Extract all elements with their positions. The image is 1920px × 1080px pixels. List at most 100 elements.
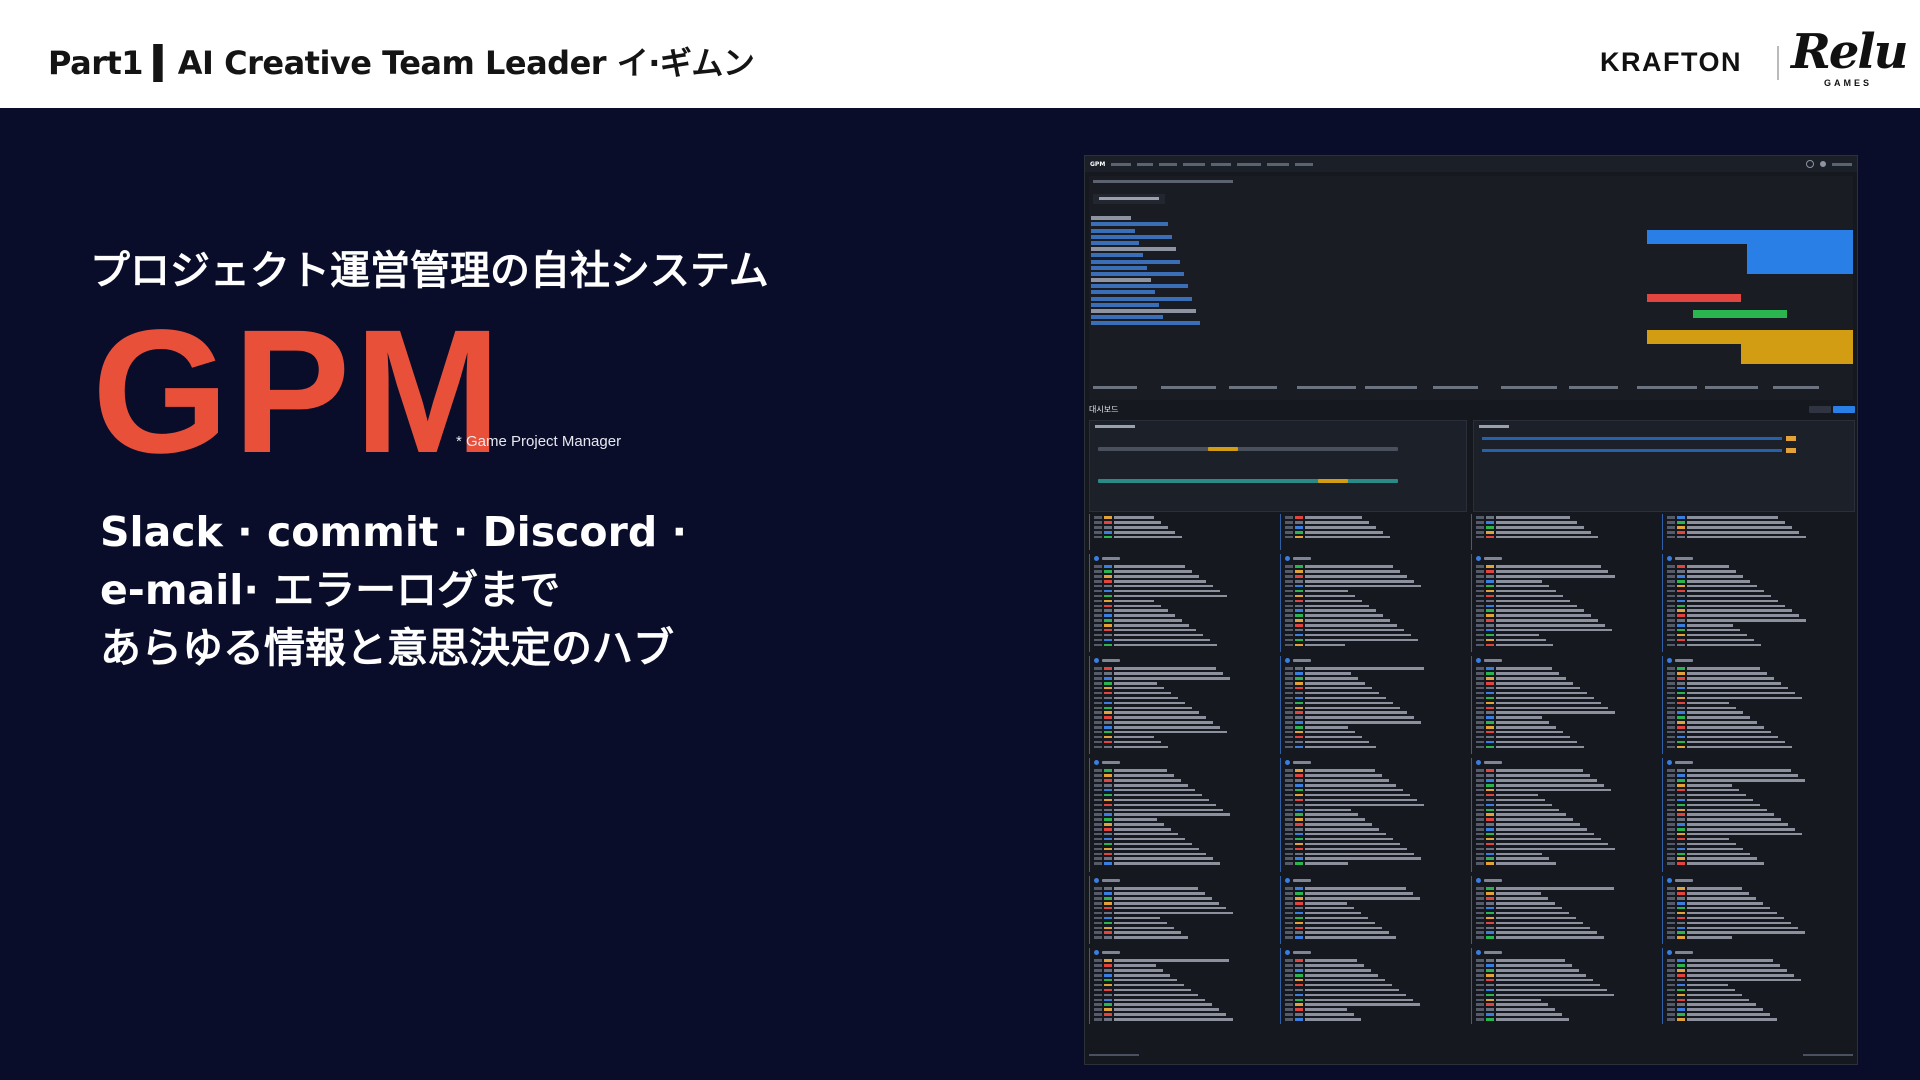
activity-card[interactable]	[1280, 948, 1468, 1024]
tag-chip[interactable]	[1773, 386, 1819, 389]
activity-card[interactable]	[1280, 514, 1468, 550]
gantt-tab[interactable]	[1093, 194, 1165, 204]
user-icon	[1285, 556, 1290, 561]
tag-chip[interactable]	[1161, 386, 1216, 389]
tag-chip[interactable]	[1229, 386, 1277, 389]
activity-line	[1476, 813, 1655, 816]
my-tasks-panel	[1473, 420, 1855, 512]
gpm-app-screenshot: GPM 대시보드	[1084, 155, 1858, 1065]
gantt-task-row[interactable]	[1091, 228, 1135, 233]
activity-line	[1094, 643, 1273, 647]
activity-card[interactable]	[1471, 758, 1659, 872]
gantt-task-row[interactable]	[1091, 271, 1184, 276]
activity-line	[1094, 906, 1273, 910]
activity-line	[1285, 769, 1464, 772]
activity-card[interactable]	[1662, 656, 1850, 754]
card-name	[1675, 951, 1693, 954]
activity-line	[1476, 619, 1655, 622]
gantt-task-row[interactable]	[1091, 253, 1143, 258]
gantt-row-list	[1091, 214, 1646, 328]
activity-line	[1476, 926, 1655, 930]
activity-card[interactable]	[1471, 514, 1659, 550]
gantt-task-row[interactable]	[1091, 247, 1176, 252]
activity-line	[1094, 1013, 1273, 1016]
card-name	[1484, 761, 1502, 764]
activity-line	[1476, 691, 1655, 695]
activity-line	[1285, 1003, 1464, 1006]
gantt-bar-red	[1647, 294, 1741, 302]
gantt-task-row[interactable]	[1091, 216, 1131, 221]
activity-card[interactable]	[1662, 948, 1850, 1024]
activity-card[interactable]	[1471, 656, 1659, 754]
activity-card[interactable]	[1280, 876, 1468, 944]
gantt-task-row[interactable]	[1091, 259, 1180, 264]
tag-chip[interactable]	[1501, 386, 1557, 389]
gantt-task-row[interactable]	[1091, 240, 1139, 245]
activity-line	[1667, 726, 1846, 729]
activity-line	[1285, 983, 1464, 987]
gantt-task-row[interactable]	[1091, 222, 1168, 227]
gantt-task-row[interactable]	[1091, 284, 1188, 289]
gantt-task-row[interactable]	[1091, 265, 1147, 270]
activity-card[interactable]	[1280, 554, 1468, 652]
tag-chip[interactable]	[1365, 386, 1417, 389]
activity-line	[1667, 735, 1846, 739]
activity-line	[1094, 565, 1273, 568]
activity-line	[1476, 584, 1655, 588]
activity-line	[1476, 887, 1655, 890]
activity-card[interactable]	[1089, 758, 1277, 872]
dashboard-button[interactable]	[1809, 406, 1831, 413]
search-icon[interactable]	[1806, 160, 1814, 168]
activity-line	[1094, 837, 1273, 841]
activity-card[interactable]	[1280, 656, 1468, 754]
activity-card[interactable]	[1471, 876, 1659, 944]
activity-line	[1667, 589, 1846, 593]
activity-line	[1285, 931, 1464, 934]
tag-chip[interactable]	[1705, 386, 1758, 389]
gantt-task-row[interactable]	[1091, 315, 1163, 320]
activity-line	[1667, 852, 1846, 856]
activity-line	[1667, 716, 1846, 719]
gantt-task-row[interactable]	[1091, 302, 1159, 307]
activity-line	[1667, 784, 1846, 787]
gantt-task-row[interactable]	[1091, 309, 1196, 313]
activity-card[interactable]	[1089, 656, 1277, 754]
activity-line	[1285, 599, 1464, 603]
activity-line	[1285, 691, 1464, 695]
tag-chip[interactable]	[1297, 386, 1356, 389]
activity-card[interactable]	[1662, 514, 1850, 550]
gantt-task-row[interactable]	[1091, 321, 1200, 326]
activity-card[interactable]	[1089, 514, 1277, 550]
activity-card[interactable]	[1662, 554, 1850, 652]
activity-card[interactable]	[1280, 758, 1468, 872]
activity-line	[1667, 643, 1846, 647]
tag-chip[interactable]	[1569, 386, 1618, 389]
activity-card[interactable]	[1089, 876, 1277, 944]
gantt-task-row[interactable]	[1091, 290, 1155, 295]
activity-card[interactable]	[1089, 554, 1277, 652]
card-name	[1484, 659, 1502, 662]
avatar[interactable]	[1820, 161, 1826, 167]
activity-line	[1094, 847, 1273, 851]
activity-line	[1476, 974, 1655, 977]
gantt-task-row[interactable]	[1091, 234, 1172, 239]
tag-chip[interactable]	[1093, 386, 1137, 389]
activity-line	[1667, 978, 1846, 982]
activity-line	[1667, 667, 1846, 670]
dashboard-primary-button[interactable]	[1833, 406, 1855, 413]
activity-card[interactable]	[1662, 758, 1850, 872]
activity-line	[1476, 911, 1655, 915]
activity-line	[1285, 862, 1464, 865]
activity-card[interactable]	[1471, 554, 1659, 652]
activity-card[interactable]	[1662, 876, 1850, 944]
tag-chip[interactable]	[1637, 386, 1697, 389]
activity-card[interactable]	[1089, 948, 1277, 1024]
activity-line	[1667, 594, 1846, 598]
gantt-task-row[interactable]	[1091, 296, 1192, 301]
activity-line	[1285, 1018, 1464, 1021]
gantt-task-row[interactable]	[1091, 278, 1151, 283]
activity-line	[1285, 696, 1464, 700]
activity-card[interactable]	[1471, 948, 1659, 1024]
card-name	[1484, 951, 1502, 954]
tag-chip[interactable]	[1433, 386, 1478, 389]
